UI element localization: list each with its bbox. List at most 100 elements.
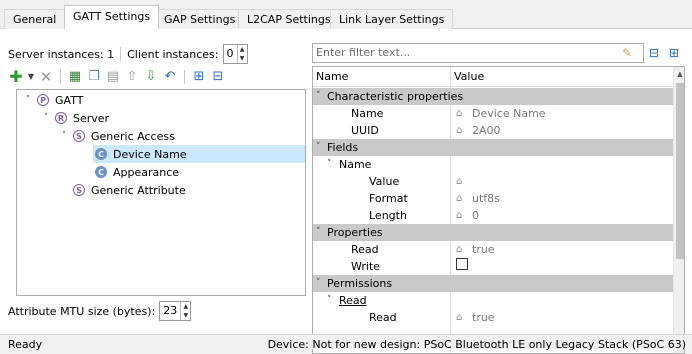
lock-icon: ⌂ [456, 176, 463, 187]
expand-all-icon[interactable]: ⊞ [191, 69, 207, 85]
status-bar: Ready Device: Not for new design: PSoC B… [0, 334, 692, 351]
move-up-icon[interactable]: ⇧ [124, 69, 140, 85]
stepper-up-icon[interactable]: ▲ [181, 302, 190, 311]
stepper-down-icon[interactable]: ▼ [238, 54, 247, 63]
expand-all-icon[interactable]: ⊞ [666, 44, 682, 62]
grid-row-value-text: true [472, 311, 495, 324]
grid-row[interactable]: Read ⌂ true [313, 309, 673, 326]
grid-row-name: Read [369, 311, 397, 324]
grid-row-value[interactable]: ⌂ 2A00 [456, 122, 501, 139]
mtu-value[interactable]: 23 [160, 302, 180, 320]
grid-row-name: Read [339, 294, 367, 307]
grid-row-value[interactable]: ⌂ [456, 173, 472, 190]
instances-toolbar: Server instances: 1 Client instances: 0 … [8, 44, 248, 64]
chevron-down-icon[interactable]: ˅ [316, 224, 321, 241]
paste-icon[interactable]: ▤ [105, 69, 121, 85]
chevron-down-icon[interactable]: ˅ [57, 131, 71, 141]
grid-row-value[interactable]: ⌂ Device Name [456, 105, 546, 122]
tab-link-layer-settings[interactable]: Link Layer Settings [330, 9, 454, 29]
grid-row[interactable]: Read ⌂ true [313, 241, 673, 258]
dropdown-arrow-icon[interactable]: ▼ [27, 69, 35, 85]
lock-icon: ⌂ [456, 210, 463, 221]
gatt-settings-panel: Server instances: 1 Client instances: 0 … [0, 29, 692, 354]
lock-icon: ⌂ [456, 125, 463, 136]
scroll-up-icon[interactable]: ▲ [674, 67, 684, 81]
grid-row-name: Write [351, 260, 381, 273]
grid-category-row[interactable]: ˅ Characteristic properties [313, 88, 673, 105]
grid-category-row[interactable]: ˅ Permissions [313, 275, 673, 292]
grid-row-value[interactable]: ⌂ true [456, 309, 495, 326]
tab-l2cap-settings[interactable]: L2CAP Settings [238, 9, 340, 29]
tree-node-label: Server [73, 111, 110, 125]
tree-node-generic-access[interactable]: ˅ S Generic Access [57, 127, 175, 145]
property-grid[interactable]: Name Value ˅ Characteristic properties Nam… [312, 66, 685, 354]
grid-row-value[interactable] [456, 258, 468, 270]
collapse-all-icon[interactable]: ⊟ [210, 69, 226, 85]
stepper-up-icon[interactable]: ▲ [238, 45, 247, 54]
grid-category-row[interactable]: ˅ Fields [313, 139, 673, 156]
collapse-all-icon[interactable]: ⊟ [646, 44, 662, 62]
chevron-down-icon[interactable]: ˅ [316, 139, 321, 156]
add-service-icon[interactable]: ▦ [67, 69, 83, 85]
tree-node-generic-attribute[interactable]: S Generic Attribute [71, 181, 186, 199]
chevron-down-icon[interactable]: ˅ [327, 292, 332, 309]
profile-icon: P [37, 94, 49, 106]
copy-icon[interactable]: ❐ [86, 69, 102, 85]
lock-icon: ⌂ [456, 244, 463, 255]
gatt-tree[interactable]: ˅ P GATT ˅ R Server ˅ S Generic Access C… [16, 89, 306, 296]
grid-row[interactable]: UUID ⌂ 2A00 [313, 122, 673, 139]
grid-row-name: Fields [327, 141, 359, 154]
chevron-down-icon[interactable]: ˅ [327, 156, 332, 173]
grid-row[interactable]: ˅ Name [313, 156, 673, 173]
tab-gap-settings[interactable]: GAP Settings [155, 9, 245, 29]
grid-row-value-text: 0 [472, 209, 479, 222]
client-instances-stepper[interactable]: 0 ▲ ▼ [222, 44, 248, 64]
filter-input[interactable]: Enter filter text... [312, 43, 644, 63]
chevron-down-icon[interactable]: ˅ [316, 275, 321, 292]
grid-row-value[interactable]: ⌂ 0 [456, 207, 479, 224]
delete-icon[interactable]: ✕ [38, 69, 54, 85]
stepper-down-icon[interactable]: ▼ [181, 311, 190, 320]
undo-icon[interactable]: ↶ [162, 69, 178, 85]
chevron-down-icon[interactable]: ˅ [21, 95, 35, 105]
lock-icon: ⌂ [456, 108, 463, 119]
clear-filter-icon[interactable]: ✎ [616, 44, 638, 62]
move-down-icon[interactable]: ⇩ [143, 69, 159, 85]
client-instances-value[interactable]: 0 [224, 45, 237, 63]
toolbar-separator [120, 47, 122, 61]
tree-node-device-name[interactable]: C Device Name [93, 145, 305, 163]
tab-general[interactable]: General [4, 9, 66, 29]
device-info: Device: Not for new design: PSoC Bluetoo… [267, 338, 686, 351]
tree-node-gatt[interactable]: ˅ P GATT [21, 91, 84, 109]
grid-row[interactable]: Length ⌂ 0 [313, 207, 673, 224]
column-header-value[interactable]: Value [454, 67, 484, 87]
grid-category-row[interactable]: ˅ Properties [313, 224, 673, 241]
grid-row[interactable]: Value ⌂ [313, 173, 673, 190]
column-header-name[interactable]: Name [316, 67, 348, 87]
lock-icon: ⌂ [456, 193, 463, 204]
add-icon[interactable]: ✚ [8, 69, 24, 85]
grid-row-value[interactable]: ⌂ utf8s [456, 190, 500, 207]
scroll-thumb[interactable] [676, 83, 684, 259]
grid-row[interactable]: Name ⌂ Device Name [313, 105, 673, 122]
tree-node-appearance[interactable]: C Appearance [93, 163, 179, 181]
tree-node-server[interactable]: ˅ R Server [39, 109, 109, 127]
grid-row-value-text: true [472, 243, 495, 256]
grid-row-value-text: Device Name [472, 107, 546, 120]
chevron-down-icon[interactable]: ˅ [39, 113, 53, 123]
vertical-scrollbar[interactable]: ▲ ▼ [673, 67, 684, 353]
grid-row[interactable]: Write [313, 258, 673, 275]
tab-gatt-settings[interactable]: GATT Settings [64, 5, 160, 29]
grid-header: Name Value [313, 67, 673, 87]
grid-row-value[interactable]: ⌂ true [456, 241, 495, 258]
grid-row-name: Characteristic properties [327, 90, 464, 103]
toolbar-separator [184, 70, 185, 84]
checkbox[interactable] [456, 258, 468, 270]
mtu-stepper[interactable]: 23 ▲ ▼ [159, 301, 192, 321]
mtu-setting: Attribute MTU size (bytes): 23 ▲ ▼ [8, 301, 192, 321]
grid-row-name: Permissions [327, 277, 393, 290]
grid-row[interactable]: Format ⌂ utf8s [313, 190, 673, 207]
chevron-down-icon[interactable]: ˅ [316, 88, 321, 105]
tree-node-label: Generic Access [91, 129, 175, 143]
grid-row[interactable]: ˅ Read [313, 292, 673, 309]
